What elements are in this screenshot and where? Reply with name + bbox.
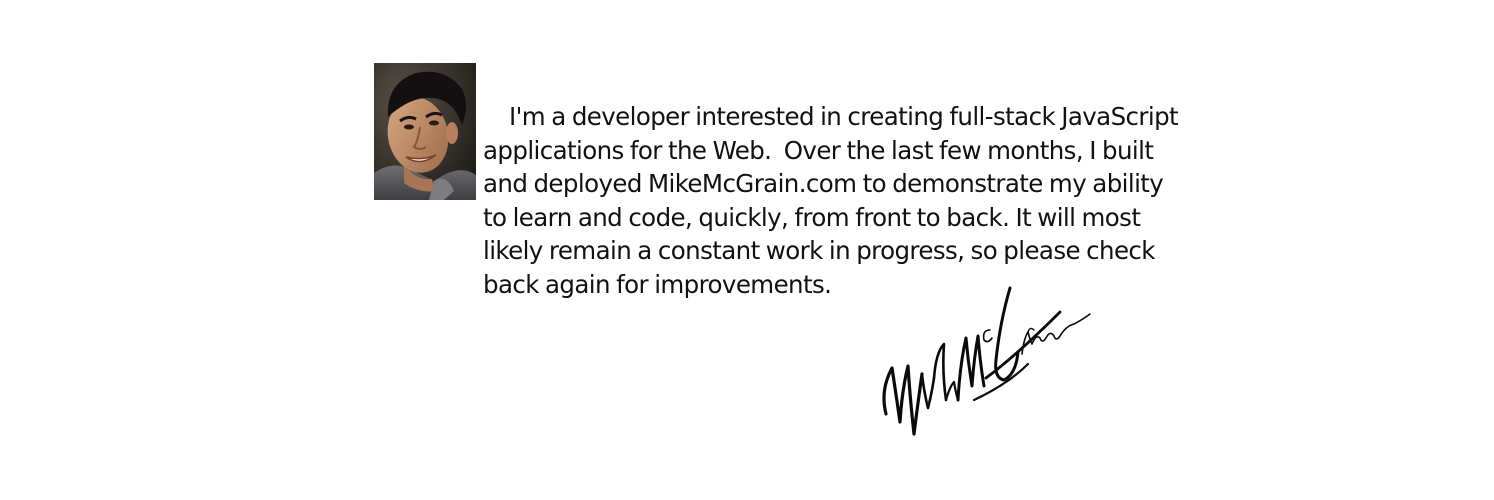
portrait-icon: [374, 63, 476, 200]
about-page: I'm a developer interested in creating f…: [0, 0, 1494, 500]
bio-line: I'm a developer interested in creating f…: [509, 102, 1179, 131]
bio-paragraph: I'm a developer interested in creating f…: [483, 100, 1243, 301]
bio-line: likely remain a constant work in progres…: [483, 236, 1155, 265]
signature: [878, 282, 1098, 450]
signature-icon: [882, 286, 1091, 436]
bio-line: applications for the Web. Over the last …: [483, 135, 1154, 165]
bio-line: to learn and code, quickly, from front t…: [483, 202, 1141, 232]
profile-photo: [374, 63, 476, 200]
bio-line: and deployed MikeMcGrain.com to demonstr…: [483, 169, 1164, 198]
bio-line: back again for improvements.: [483, 269, 832, 299]
